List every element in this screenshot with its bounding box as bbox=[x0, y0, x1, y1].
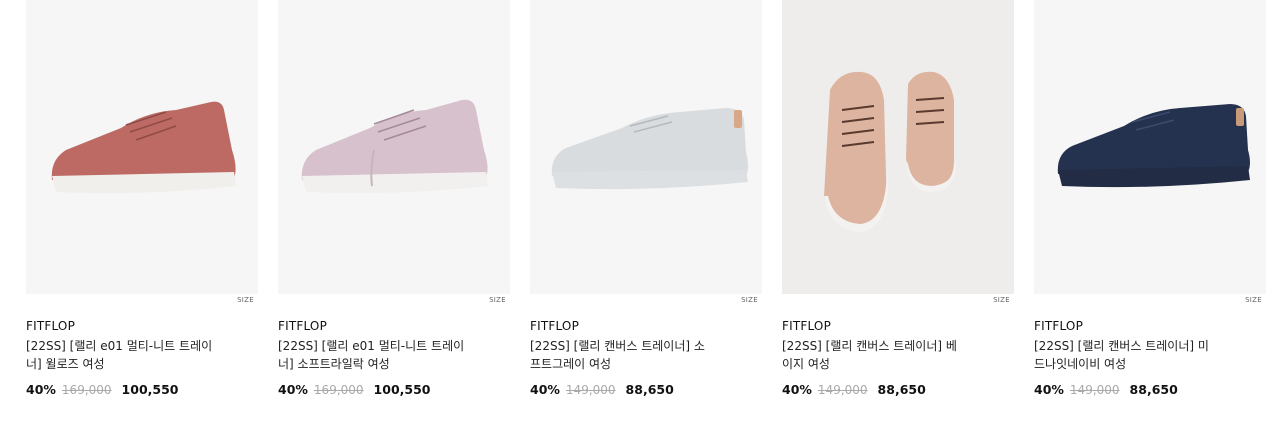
discount-rate: 40% bbox=[26, 382, 56, 397]
original-price: 169,000 bbox=[61, 383, 112, 397]
original-price: 169,000 bbox=[313, 383, 364, 397]
product-card[interactable]: SIZE FITFLOP [22SS] [랠리 캔버스 트레이너] 베 이지 여… bbox=[782, 0, 1014, 397]
brand-name[interactable]: FITFLOP bbox=[530, 319, 762, 333]
size-label[interactable]: SIZE bbox=[489, 296, 506, 304]
sale-price: 88,650 bbox=[625, 382, 674, 397]
product-image[interactable] bbox=[1034, 0, 1266, 294]
price-row: 40% 169,000 100,550 bbox=[26, 382, 258, 397]
product-title-line: [22SS] [랠리 e01 멀티-니트 트레이 bbox=[278, 339, 465, 353]
brand-name[interactable]: FITFLOP bbox=[1034, 319, 1266, 333]
product-title-line: [22SS] [랠리 e01 멀티-니트 트레이 bbox=[26, 339, 213, 353]
original-price: 149,000 bbox=[1069, 383, 1120, 397]
size-label[interactable]: SIZE bbox=[741, 296, 758, 304]
product-title[interactable]: [22SS] [랠리 e01 멀티-니트 트레이 너] 윌로즈 여성 bbox=[26, 337, 236, 373]
sale-price: 100,550 bbox=[373, 382, 431, 397]
sale-price: 88,650 bbox=[877, 382, 926, 397]
size-label[interactable]: SIZE bbox=[993, 296, 1010, 304]
product-grid: SIZE FITFLOP [22SS] [랠리 e01 멀티-니트 트레이 너]… bbox=[26, 0, 1266, 397]
product-card[interactable]: SIZE FITFLOP [22SS] [랠리 캔버스 트레이너] 소 프트그레… bbox=[530, 0, 762, 397]
price-row: 40% 149,000 88,650 bbox=[782, 382, 1014, 397]
product-title[interactable]: [22SS] [랠리 캔버스 트레이너] 베 이지 여성 bbox=[782, 337, 992, 373]
product-title-line: 이지 여성 bbox=[782, 357, 830, 371]
discount-rate: 40% bbox=[782, 382, 812, 397]
price-row: 40% 169,000 100,550 bbox=[278, 382, 510, 397]
product-title-line: 드나잇네이비 여성 bbox=[1034, 357, 1127, 371]
sale-price: 100,550 bbox=[121, 382, 179, 397]
product-title-line: [22SS] [랠리 캔버스 트레이너] 미 bbox=[1034, 339, 1209, 353]
original-price: 149,000 bbox=[817, 383, 868, 397]
size-label[interactable]: SIZE bbox=[237, 296, 254, 304]
product-image[interactable] bbox=[782, 0, 1014, 294]
product-title-line: 프트그레이 여성 bbox=[530, 357, 612, 371]
discount-rate: 40% bbox=[1034, 382, 1064, 397]
sale-price: 88,650 bbox=[1129, 382, 1178, 397]
product-title[interactable]: [22SS] [랠리 캔버스 트레이너] 미 드나잇네이비 여성 bbox=[1034, 337, 1244, 373]
product-card[interactable]: SIZE FITFLOP [22SS] [랠리 e01 멀티-니트 트레이 너]… bbox=[278, 0, 510, 397]
brand-name[interactable]: FITFLOP bbox=[782, 319, 1014, 333]
product-title-line: 너] 윌로즈 여성 bbox=[26, 357, 105, 371]
brand-name[interactable]: FITFLOP bbox=[26, 319, 258, 333]
product-image[interactable] bbox=[26, 0, 258, 294]
product-title[interactable]: [22SS] [랠리 e01 멀티-니트 트레이 너] 소프트라일락 여성 bbox=[278, 337, 488, 373]
sneaker-side-image bbox=[301, 99, 488, 194]
brand-name[interactable]: FITFLOP bbox=[278, 319, 510, 333]
product-title-line: [22SS] [랠리 캔버스 트레이너] 베 bbox=[782, 339, 957, 353]
sneaker-pair-image bbox=[824, 71, 957, 232]
discount-rate: 40% bbox=[530, 382, 560, 397]
price-row: 40% 149,000 88,650 bbox=[530, 382, 762, 397]
sneaker-side-image bbox=[551, 108, 748, 190]
product-card[interactable]: SIZE FITFLOP [22SS] [랠리 e01 멀티-니트 트레이 너]… bbox=[26, 0, 258, 397]
product-card[interactable]: SIZE FITFLOP [22SS] [랠리 캔버스 트레이너] 미 드나잇네… bbox=[1034, 0, 1266, 397]
product-image[interactable] bbox=[530, 0, 762, 294]
size-label[interactable]: SIZE bbox=[1245, 296, 1262, 304]
product-title-line: 너] 소프트라일락 여성 bbox=[278, 357, 390, 371]
price-row: 40% 149,000 88,650 bbox=[1034, 382, 1266, 397]
product-title[interactable]: [22SS] [랠리 캔버스 트레이너] 소 프트그레이 여성 bbox=[530, 337, 740, 373]
product-title-line: [22SS] [랠리 캔버스 트레이너] 소 bbox=[530, 339, 705, 353]
sneaker-side-image bbox=[51, 101, 236, 194]
original-price: 149,000 bbox=[565, 383, 616, 397]
discount-rate: 40% bbox=[278, 382, 308, 397]
sneaker-side-image bbox=[1057, 104, 1250, 188]
product-image[interactable] bbox=[278, 0, 510, 294]
